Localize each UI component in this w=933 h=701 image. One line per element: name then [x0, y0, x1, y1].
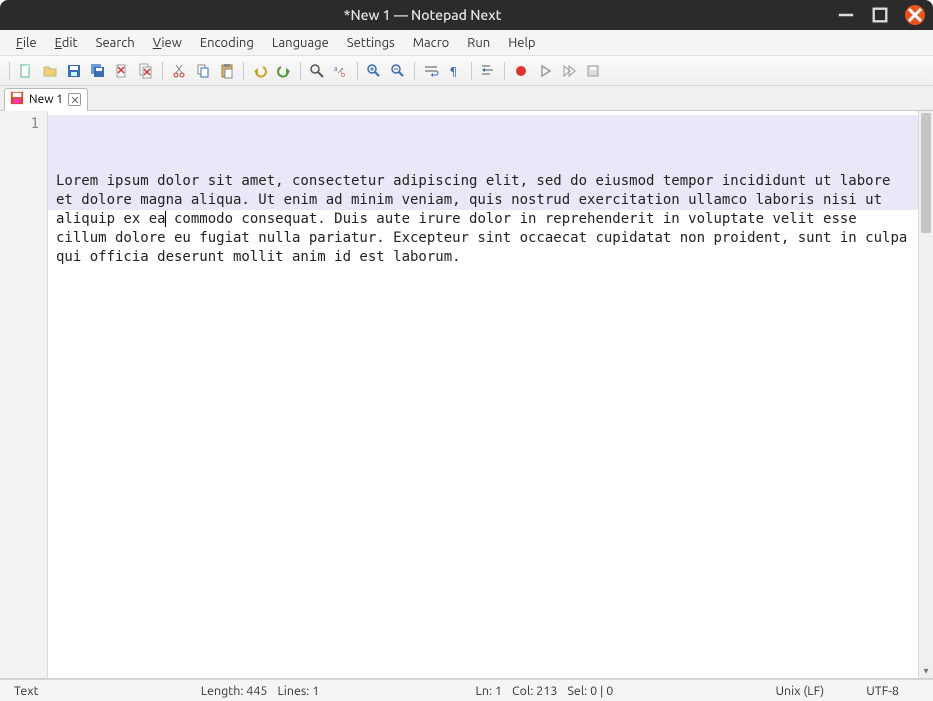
- find-button[interactable]: [306, 60, 328, 82]
- svg-text:a: a: [334, 65, 338, 73]
- statusbar: Text Length: 445 Lines: 1 Ln: 1 Col: 213…: [0, 679, 933, 701]
- menu-settings[interactable]: Settings: [339, 33, 403, 53]
- zoom-out-button[interactable]: [387, 60, 409, 82]
- save-all-button[interactable]: [87, 60, 109, 82]
- status-length: Length: 445: [201, 684, 268, 698]
- toolbar-separator: [162, 62, 163, 80]
- menu-language[interactable]: Language: [264, 33, 337, 53]
- titlebar: *New 1 — Notepad Next: [0, 0, 933, 30]
- word-wrap-button[interactable]: [420, 60, 442, 82]
- window-title: *New 1 — Notepad Next: [8, 7, 837, 23]
- minimize-button[interactable]: [837, 6, 855, 24]
- cut-button[interactable]: [168, 60, 190, 82]
- toolbar-separator: [504, 62, 505, 80]
- record-macro-button[interactable]: [510, 60, 532, 82]
- menu-encoding[interactable]: Encoding: [192, 33, 262, 53]
- status-eol[interactable]: Unix (LF): [769, 684, 830, 698]
- tab-label: New 1: [29, 93, 63, 106]
- save-macro-button[interactable]: [582, 60, 604, 82]
- menubar: FileEditSearchViewEncodingLanguageSettin…: [0, 30, 933, 56]
- indent-guide-button[interactable]: [477, 60, 499, 82]
- menu-view[interactable]: View: [145, 33, 190, 53]
- menu-help[interactable]: Help: [500, 33, 543, 53]
- vertical-scrollbar[interactable]: ▾: [918, 111, 933, 678]
- svg-text:b: b: [341, 71, 345, 79]
- close-button[interactable]: [905, 5, 925, 25]
- copy-button[interactable]: [192, 60, 214, 82]
- toolbar-separator: [9, 62, 10, 80]
- menu-file[interactable]: File: [8, 33, 45, 53]
- toolbar-separator: [300, 62, 301, 80]
- status-col: Col: 213: [512, 684, 557, 698]
- zoom-in-button[interactable]: [363, 60, 385, 82]
- text-editor[interactable]: Lorem ipsum dolor sit amet, consectetur …: [48, 111, 918, 678]
- toolbar-separator: [414, 62, 415, 80]
- menu-search[interactable]: Search: [88, 33, 143, 53]
- status-sel: Sel: 0 | 0: [567, 684, 613, 698]
- toolbar-separator: [471, 62, 472, 80]
- status-lines: Lines: 1: [277, 684, 319, 698]
- editor-area: 1 Lorem ipsum dolor sit amet, consectetu…: [0, 111, 933, 679]
- menu-edit[interactable]: Edit: [47, 33, 86, 53]
- status-doc-type: Text: [8, 684, 44, 698]
- status-encoding[interactable]: UTF-8: [860, 684, 905, 698]
- save-dirty-icon: [10, 91, 24, 108]
- redo-button[interactable]: [273, 60, 295, 82]
- close-file-button[interactable]: [111, 60, 133, 82]
- play-macro-button[interactable]: [534, 60, 556, 82]
- menu-run[interactable]: Run: [459, 33, 498, 53]
- open-file-button[interactable]: [39, 60, 61, 82]
- maximize-button[interactable]: [871, 6, 889, 24]
- status-cursor: Ln: 1 Col: 213 Sel: 0 | 0: [476, 684, 614, 698]
- show-whitespace-button[interactable]: ¶: [444, 60, 466, 82]
- menu-macro[interactable]: Macro: [405, 33, 458, 53]
- close-all-button[interactable]: [135, 60, 157, 82]
- status-ln: Ln: 1: [476, 684, 503, 698]
- toolbar: ab ¶: [0, 56, 933, 86]
- editor-content: Lorem ipsum dolor sit amet, consectetur …: [56, 172, 910, 267]
- line-number-gutter: 1: [0, 111, 48, 678]
- window-controls: [837, 5, 925, 25]
- run-macro-multi-button[interactable]: [558, 60, 580, 82]
- toolbar-separator: [243, 62, 244, 80]
- save-button[interactable]: [63, 60, 85, 82]
- paste-button[interactable]: [216, 60, 238, 82]
- line-number: 1: [0, 115, 39, 134]
- tab-close-button[interactable]: [68, 93, 81, 106]
- scrollbar-thumb[interactable]: [921, 113, 931, 233]
- status-middle: Length: 445 Lines: 1: [201, 684, 320, 698]
- undo-button[interactable]: [249, 60, 271, 82]
- new-file-button[interactable]: [15, 60, 37, 82]
- tab-new-1[interactable]: New 1: [4, 88, 88, 111]
- svg-text:¶: ¶: [450, 66, 457, 78]
- replace-button[interactable]: ab: [330, 60, 352, 82]
- tabbar: New 1: [0, 86, 933, 111]
- scrollbar-down-arrow[interactable]: ▾: [919, 663, 933, 678]
- toolbar-separator: [357, 62, 358, 80]
